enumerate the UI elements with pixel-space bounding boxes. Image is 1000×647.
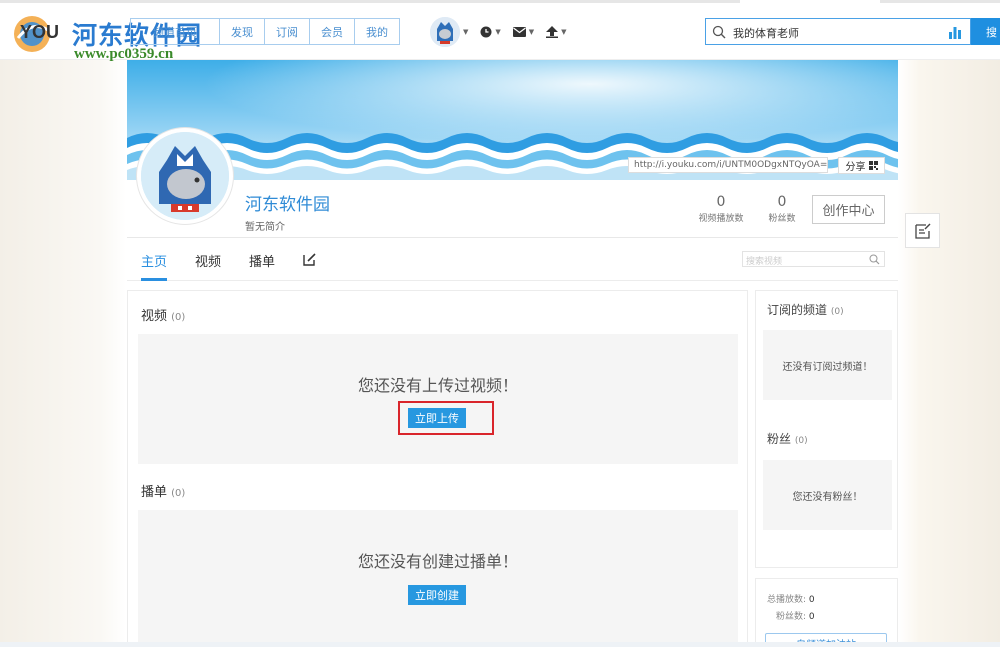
videos-count: (0) (171, 312, 186, 323)
video-search-input[interactable]: 搜索视频 (746, 254, 782, 267)
total-plays-label: 总播放数: (767, 595, 807, 605)
search-input[interactable]: 我的体育老师 (733, 25, 799, 41)
robot-avatar-icon (141, 132, 229, 220)
share-button[interactable]: 分享 (838, 157, 885, 174)
browser-tab-strip (0, 0, 1000, 3)
main-nav: 频道首页 发现 订阅 会员 我的 (130, 18, 400, 45)
search-box[interactable]: 我的体育老师 (705, 18, 971, 45)
tab-videos[interactable]: 视频 (195, 251, 221, 270)
highlight-frame (398, 401, 494, 435)
videos-section-title: 视频 (0) (141, 305, 185, 324)
video-search-box[interactable]: 搜索视频 (742, 251, 885, 267)
fans-title-text: 粉丝 (767, 432, 792, 446)
clock-icon (480, 26, 492, 38)
playlists-title-text: 播单 (141, 485, 168, 500)
fans-count-value: 0 (777, 194, 787, 210)
chevron-down-icon: ▼ (528, 28, 535, 36)
search-icon[interactable] (869, 254, 880, 265)
edit-icon[interactable] (303, 252, 317, 266)
subs-title-text: 订阅的频道 (767, 303, 828, 317)
channel-avatar[interactable] (136, 127, 234, 225)
total-plays-line: 总播放数: 0 (767, 592, 815, 605)
nav-link-discover[interactable]: 发现 (220, 18, 265, 45)
page-bottom-edge (0, 642, 1000, 647)
fans-stat-line: 粉丝数: 0 (776, 609, 815, 622)
nav-link-mine[interactable]: 我的 (355, 18, 400, 45)
videos-empty-state: 您还没有上传过视频！ (138, 334, 738, 464)
feedback-button[interactable] (905, 213, 940, 248)
nav-link-subscribe[interactable]: 订阅 (265, 18, 310, 45)
channel-name[interactable]: 河东软件园 (245, 190, 330, 215)
feedback-icon (914, 223, 930, 239)
upload-menu[interactable]: ▼ (546, 26, 567, 38)
header-tools: ▼ ▼ ▼ ▼ (430, 16, 567, 48)
qr-code-icon (868, 161, 878, 170)
robot-avatar-icon (430, 17, 460, 47)
total-plays-value: 0 (808, 595, 815, 605)
active-tab-indicator (141, 278, 167, 281)
play-count-value: 0 (716, 194, 726, 210)
tab-playlists[interactable]: 播单 (249, 251, 275, 270)
fans-stat-label: 粉丝数: (776, 612, 807, 622)
history-menu[interactable]: ▼ (480, 26, 501, 38)
play-count-label: 视频播放数 (698, 214, 744, 224)
create-now-button[interactable]: 立即创建 (408, 585, 466, 605)
chevron-down-icon: ▼ (495, 28, 501, 36)
channel-url-field[interactable]: http://i.youku.com/i/UNTM0ODgxNTQyOA== (628, 157, 828, 173)
fans-empty-state: 您还没有粉丝！ (763, 460, 892, 530)
upload-icon (546, 26, 559, 38)
user-menu[interactable]: ▼ (430, 17, 468, 47)
mail-icon (512, 27, 526, 37)
subs-count: (0) (830, 307, 844, 317)
tab-home[interactable]: 主页 (141, 251, 167, 270)
subscribed-channels-title: 订阅的频道 (0) (767, 301, 844, 318)
chevron-down-icon: ▼ (561, 28, 567, 36)
playlists-count: (0) (171, 488, 186, 499)
channel-bio: 暂无简介 (245, 222, 285, 233)
play-count-stat: 0 视频播放数 (695, 194, 747, 224)
chevron-down-icon: ▼ (463, 28, 469, 36)
videos-title-text: 视频 (141, 309, 168, 324)
nav-link-vip[interactable]: 会员 (310, 18, 355, 45)
messages-menu[interactable]: ▼ (512, 27, 535, 37)
fans-count-stat: 0 粉丝数 (764, 194, 800, 224)
playlists-section-title: 播单 (0) (141, 481, 185, 500)
search-icon (712, 25, 726, 39)
nav-link-channel-home[interactable]: 频道首页 (130, 18, 220, 45)
fans-title: 粉丝 (0) (767, 430, 808, 447)
videos-empty-text: 您还没有上传过视频！ (357, 376, 518, 395)
fans-count-label: 粉丝数 (768, 214, 796, 224)
subs-empty-state: 还没有订阅过频道！ (763, 330, 892, 400)
youku-logo-fragment: YOU (20, 22, 60, 42)
fans-stat-value: 0 (808, 612, 815, 622)
avatar (430, 17, 460, 47)
search-button[interactable]: 搜 (971, 18, 1000, 45)
share-label: 分享 (845, 162, 866, 173)
bar-chart-icon[interactable] (948, 25, 962, 39)
creator-center-button[interactable]: 创作中心 (812, 195, 885, 224)
active-browser-tab[interactable] (740, 0, 880, 3)
playlists-empty-state: 您还没有创建过播单！ (138, 510, 738, 642)
fans-section-count: (0) (794, 436, 808, 446)
playlists-empty-text: 您还没有创建过播单！ (357, 552, 518, 571)
